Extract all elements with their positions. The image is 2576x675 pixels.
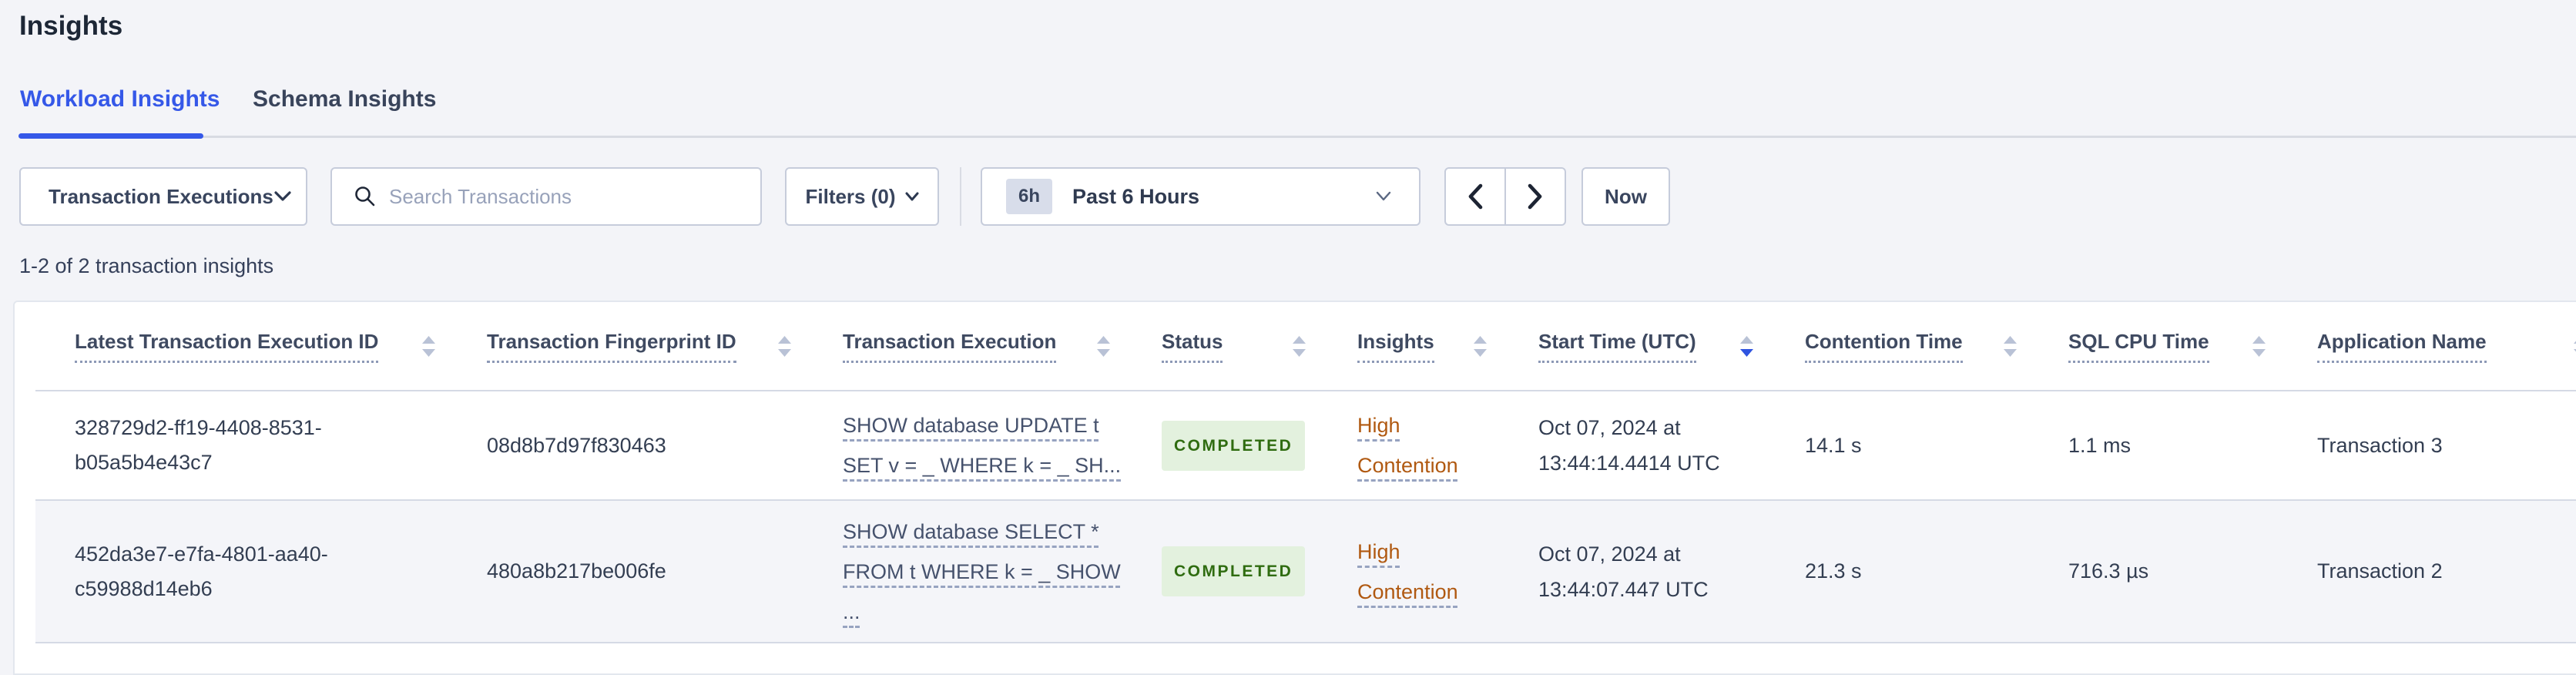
time-range-arrows	[1444, 167, 1566, 226]
column-header-insights[interactable]: Insights	[1318, 302, 1499, 390]
cell-fingerprint-id: 480a8b217be006fe	[487, 559, 666, 583]
cell-start-time: Oct 07, 2024 at 13:44:14.4414 UTC	[1538, 416, 1720, 475]
now-button-label: Now	[1605, 184, 1647, 208]
cell-sql-cpu-time: 716.3 µs	[2068, 559, 2149, 583]
column-header-transaction-execution[interactable]: Transaction Execution	[803, 302, 1122, 390]
cell-fingerprint-id: 08d8b7d97f830463	[487, 433, 666, 457]
time-range-badge: 6h	[1006, 179, 1053, 214]
sort-arrows-icon	[1474, 335, 1487, 357]
time-range-picker[interactable]: 6h Past 6 Hours	[981, 167, 1420, 226]
tabs-divider	[19, 136, 2576, 138]
table-header-row: Latest Transaction Execution ID Transact…	[35, 302, 2576, 391]
cell-insights: High Contention	[1318, 532, 1499, 612]
status-badge: COMPLETED	[1162, 546, 1306, 596]
table-row: 452da3e7-e7fa-4801-aa40- c59988d14eb6 48…	[35, 501, 2576, 643]
sort-arrows-icon	[2252, 335, 2266, 357]
table-row: 328729d2-ff19-4408-8531- b05a5b4e43c7 08…	[35, 391, 2576, 501]
cell-sql-cpu-time: 1.1 ms	[2068, 433, 2132, 457]
active-tab-indicator	[18, 133, 203, 139]
sort-arrows-icon	[422, 335, 435, 357]
cell-contention-time: 21.3 s	[1805, 559, 1862, 583]
transaction-execution-link[interactable]: SHOW database UPDATE t SET v = _ WHERE k…	[803, 405, 1122, 485]
insights-table-card: Latest Transaction Execution ID Transact…	[13, 301, 2576, 675]
chevron-right-icon	[1527, 183, 1544, 210]
previous-range-button[interactable]	[1444, 167, 1505, 226]
chevron-down-icon	[273, 190, 292, 203]
sort-arrows-icon	[778, 335, 791, 357]
cell-execution-id: 328729d2-ff19-4408-8531- b05a5b4e43c7	[75, 416, 322, 474]
column-header-sql-cpu-time[interactable]: SQL CPU Time	[2029, 302, 2278, 390]
column-header-transaction-fingerprint-id[interactable]: Transaction Fingerprint ID	[448, 302, 803, 390]
search-icon	[354, 185, 377, 208]
transaction-type-dropdown-label: Transaction Executions	[49, 184, 273, 208]
column-header-status[interactable]: Status	[1122, 302, 1318, 390]
chevron-down-icon	[905, 192, 919, 202]
sort-arrows-icon	[2004, 335, 2017, 357]
cell-status: COMPLETED	[1122, 546, 1318, 596]
cell-application-name: Transaction 3	[2317, 433, 2443, 457]
cell-status: COMPLETED	[1122, 420, 1318, 471]
chevron-left-icon	[1467, 183, 1484, 210]
search-input[interactable]	[389, 184, 742, 209]
cell-insights: High Contention	[1318, 405, 1499, 485]
page-title: Insights	[19, 11, 123, 41]
tab-workload-insights[interactable]: Workload Insights	[20, 86, 220, 112]
cell-application-name: Transaction 2	[2317, 559, 2443, 583]
cell-start-time: Oct 07, 2024 at 13:44:07.447 UTC	[1538, 542, 1709, 601]
cell-execution-id: 452da3e7-e7fa-4801-aa40- c59988d14eb6	[75, 542, 328, 600]
transaction-execution-link[interactable]: SHOW database SELECT * FROM t WHERE k = …	[803, 512, 1122, 632]
sort-arrows-icon	[1097, 335, 1110, 357]
sort-arrows-icon	[1293, 335, 1306, 357]
filters-button[interactable]: Filters (0)	[785, 167, 939, 226]
results-summary: 1-2 of 2 transaction insights	[19, 254, 274, 277]
transaction-type-dropdown[interactable]: Transaction Executions	[19, 167, 307, 226]
next-range-button[interactable]	[1505, 167, 1566, 226]
toolbar-divider	[960, 167, 961, 226]
column-header-start-time[interactable]: Start Time (UTC)	[1499, 302, 1766, 390]
now-button[interactable]: Now	[1581, 167, 1670, 226]
status-badge: COMPLETED	[1162, 420, 1306, 471]
chevron-down-icon	[1376, 191, 1391, 202]
column-header-latest-transaction-execution-id[interactable]: Latest Transaction Execution ID	[35, 302, 448, 390]
time-range-label: Past 6 Hours	[1072, 184, 1200, 208]
search-container	[330, 167, 762, 226]
insight-link[interactable]: High Contention	[1357, 532, 1477, 612]
cell-contention-time: 14.1 s	[1805, 433, 1862, 457]
column-header-application-name[interactable]: Application Name	[2278, 302, 2576, 390]
insight-link[interactable]: High Contention	[1357, 405, 1477, 485]
sort-arrows-icon-active-desc	[1740, 335, 1753, 357]
column-header-contention-time[interactable]: Contention Time	[1766, 302, 2029, 390]
tab-schema-insights[interactable]: Schema Insights	[253, 86, 436, 112]
filters-button-label: Filters (0)	[805, 184, 896, 208]
